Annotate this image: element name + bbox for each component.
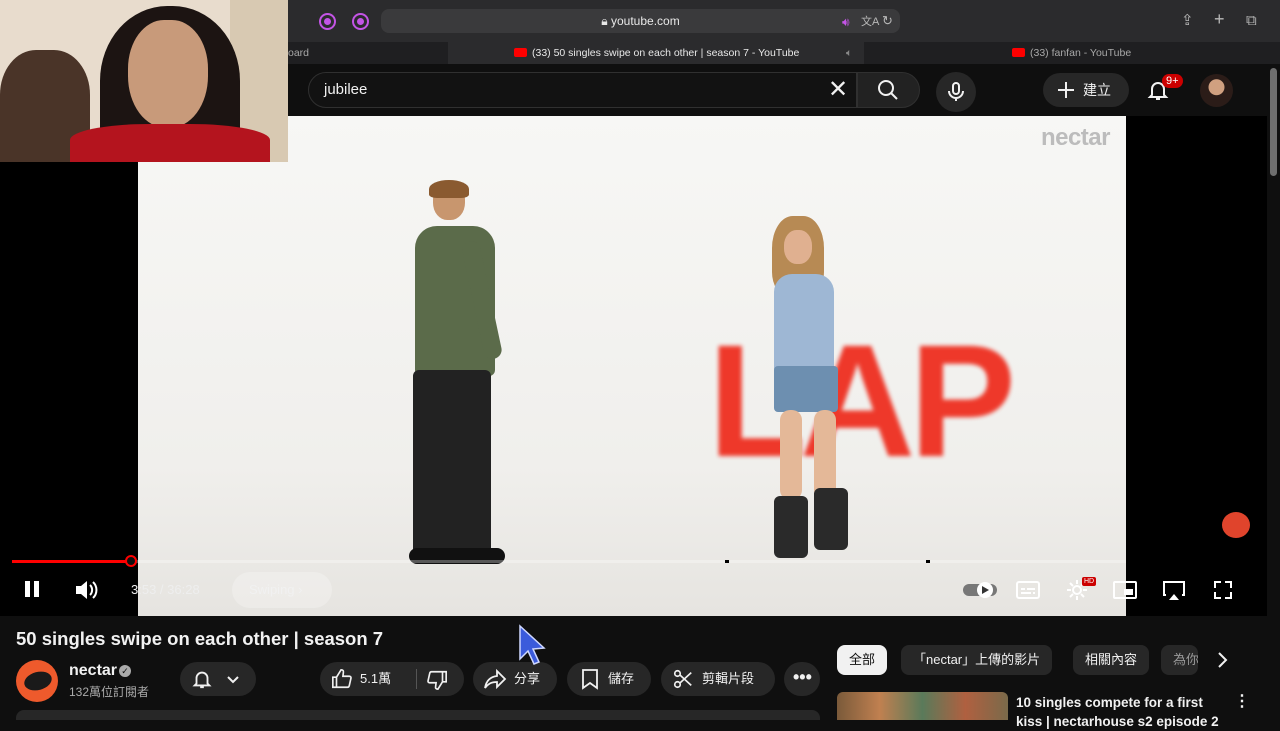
create-button[interactable]: 建立 [1043, 73, 1129, 107]
related-video-title[interactable]: 10 singles compete for a first kiss | ne… [1016, 693, 1226, 731]
thumbs-up-icon [332, 669, 352, 689]
address-bar[interactable]: 🔒︎ youtube.com 🔊︎ 文A ↻ [381, 9, 900, 33]
url-text: youtube.com [611, 14, 680, 28]
translate-icon[interactable]: 文A [861, 12, 879, 32]
share-arrow-icon [484, 668, 507, 690]
chip-all[interactable]: 全部 [837, 645, 888, 675]
description-box[interactable] [16, 710, 820, 720]
subscriber-count: 132萬位訂閱者 [69, 685, 150, 699]
like-divider [416, 669, 417, 689]
more-actions-button[interactable]: ••• [784, 662, 820, 696]
like-count: 5.1萬 [360, 671, 392, 686]
chip-for-you[interactable]: 為你 [1161, 645, 1198, 675]
webcam-face [128, 20, 208, 128]
search-icon [878, 80, 898, 100]
page-scrollbar[interactable] [1267, 64, 1280, 720]
extension-icon[interactable] [319, 13, 336, 30]
youtube-favicon-icon [1012, 48, 1025, 57]
webcam-overlay [0, 0, 288, 162]
miniplayer-icon[interactable] [1113, 580, 1137, 600]
video-player[interactable]: nectar LAP HD 3:53 / 36:28 Swiping › [0, 116, 1267, 616]
time-display: 3:53 / 36:28 [131, 582, 200, 597]
audio-playing-icon[interactable]: 🔊︎ [842, 12, 850, 32]
dislike-button[interactable] [418, 662, 464, 696]
channel-avatar[interactable] [16, 660, 58, 702]
airplay-icon[interactable] [1162, 579, 1186, 601]
video-title: 50 singles swipe on each other | season … [16, 628, 384, 649]
floating-mascot-icon[interactable] [1222, 512, 1250, 538]
scissors-icon [673, 669, 692, 689]
chapter-gap [926, 560, 930, 563]
volume-icon[interactable] [73, 578, 99, 602]
extension-icon[interactable] [352, 13, 369, 30]
more-horizontal-icon: ••• [793, 667, 812, 687]
man-figure [409, 180, 523, 570]
progress-track [12, 560, 1126, 563]
notification-badge: 9+ [1162, 74, 1183, 88]
like-dislike-group: 5.1萬 [320, 662, 464, 696]
related-video-thumbnail[interactable] [837, 692, 1008, 720]
progress-bar[interactable] [12, 555, 1126, 567]
video-frame: nectar LAP [138, 116, 1126, 616]
mouse-cursor-icon [519, 624, 546, 665]
chevron-right-icon: › [298, 582, 303, 597]
bookmark-icon [582, 669, 598, 690]
clip-button[interactable]: 剪輯片段 [661, 662, 775, 696]
more-vertical-icon[interactable]: ⋮ [1234, 693, 1250, 711]
thumbs-down-icon [427, 670, 447, 690]
account-avatar[interactable] [1200, 74, 1233, 107]
autoplay-toggle-icon[interactable] [961, 579, 1001, 601]
channel-watermark: nectar [1040, 124, 1111, 151]
hd-badge: HD [1082, 577, 1097, 586]
tab-audio-icon[interactable]: 🔈︎ [846, 42, 852, 64]
chevron-down-icon [227, 676, 239, 684]
chip-channel-uploads[interactable]: 「nectar」上傳的影片 [901, 645, 1053, 675]
lock-icon: 🔒︎ [601, 14, 608, 28]
subscription-bell-button[interactable] [180, 662, 256, 696]
search-input[interactable]: jubilee [308, 72, 857, 108]
share-button[interactable]: 分享 [473, 662, 557, 696]
clear-search-icon[interactable]: ✕ [828, 78, 848, 102]
chapter-gap [725, 560, 729, 563]
microphone-icon [948, 82, 964, 101]
youtube-header: jubilee ✕ 建立 9+ [288, 64, 1280, 116]
save-button[interactable]: 儲存 [567, 662, 651, 696]
youtube-favicon-icon [514, 48, 527, 57]
scrollbar-thumb[interactable] [1270, 68, 1277, 176]
tab-dashboard[interactable]: oard [288, 42, 448, 64]
plus-icon [1058, 82, 1074, 98]
chip-related[interactable]: 相關內容 [1073, 645, 1150, 675]
fullscreen-icon[interactable] [1212, 579, 1234, 601]
search-button[interactable] [857, 72, 920, 108]
chapter-button[interactable]: Swiping › [232, 572, 332, 608]
tab-current-video[interactable]: (33) 50 singles swipe on each other | se… [448, 42, 864, 64]
like-button[interactable]: 5.1萬 [320, 662, 414, 696]
tab-overview-icon[interactable]: ⧉ [1246, 11, 1257, 31]
webcam-shirt [70, 124, 270, 162]
tab-fanfan[interactable]: (33) fanfan - YouTube [864, 42, 1267, 64]
channel-logo-icon [22, 668, 54, 694]
bell-icon [192, 671, 212, 689]
subtitles-icon[interactable] [1016, 580, 1040, 600]
reload-icon[interactable]: ↻ [882, 11, 893, 31]
woman-figure [750, 216, 860, 566]
chevron-right-icon[interactable] [1215, 650, 1231, 670]
voice-search-button[interactable] [936, 72, 976, 112]
verified-badge-icon: ✓ [119, 665, 131, 677]
pause-icon[interactable] [22, 579, 42, 599]
channel-name[interactable]: nectar [69, 662, 117, 680]
share-icon[interactable]: ⇪ [1181, 11, 1194, 31]
progress-played [12, 560, 132, 563]
new-tab-icon[interactable]: + [1214, 9, 1225, 29]
